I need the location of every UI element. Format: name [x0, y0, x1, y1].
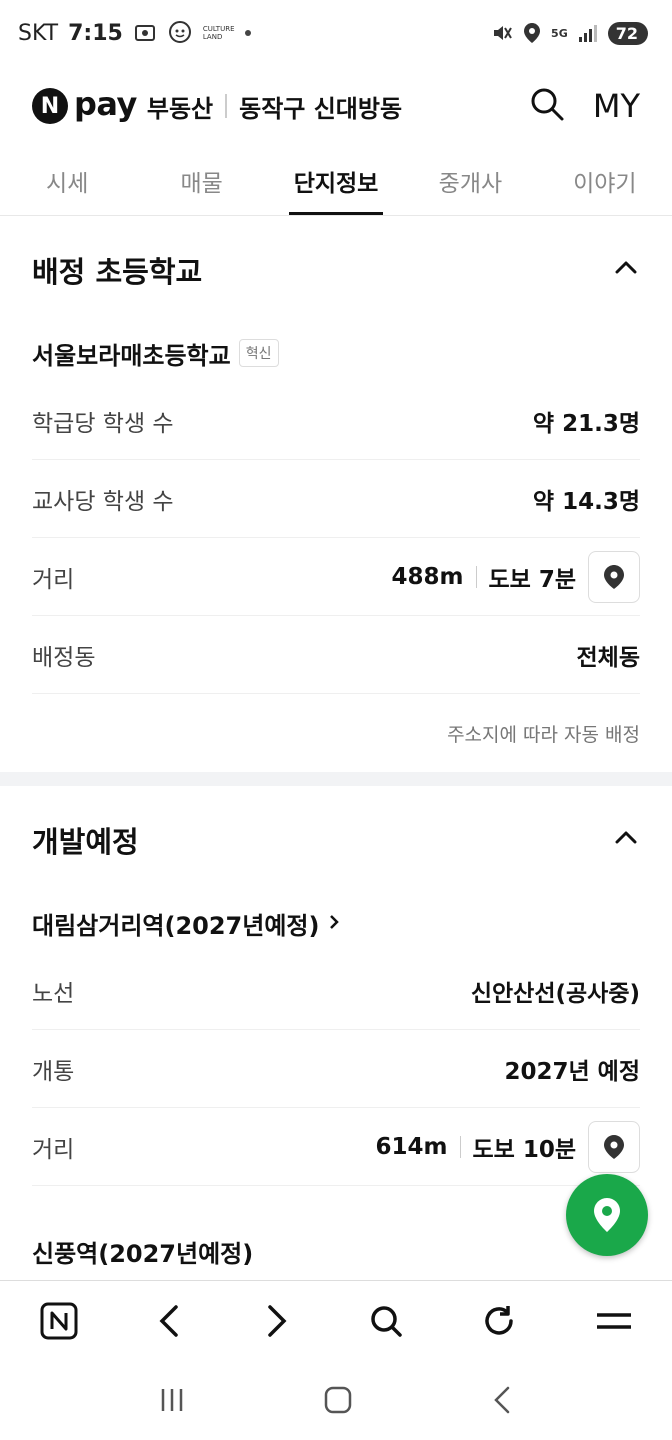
- dev-walk-time: 도보 10분: [472, 1136, 577, 1163]
- development-section-title: 개발예정: [32, 825, 139, 859]
- next-development-item[interactable]: 신풍역(2027년예정): [32, 1222, 640, 1280]
- my-button[interactable]: MY: [593, 87, 640, 125]
- app-header: N pay 부동산 동작구 신대방동 MY: [0, 66, 672, 146]
- content-area: 배정 초등학교 서울보라매초등학교 혁신 학급당 학생 수 약 21.3명 교사…: [0, 216, 672, 1280]
- browser-toolbar: [0, 1280, 672, 1364]
- dev-map-pin-button[interactable]: [588, 1120, 640, 1173]
- school-section: 배정 초등학교 서울보라매초등학교 혁신 학급당 학생 수 약 21.3명 교사…: [0, 216, 672, 772]
- logo-pay-text: pay: [74, 85, 137, 123]
- refresh-icon[interactable]: [481, 1303, 517, 1343]
- search-icon[interactable]: [529, 86, 565, 126]
- back-arrow-icon[interactable]: [156, 1303, 184, 1343]
- tab-bar: 시세 매물 단지정보 중개사 이야기: [0, 146, 672, 216]
- chevron-right-icon: [327, 909, 341, 937]
- carrier: SKT: [18, 20, 59, 46]
- culture-land-icon: [167, 20, 193, 46]
- npay-logo[interactable]: N pay 부동산: [32, 85, 214, 124]
- menu-icon[interactable]: [595, 1307, 633, 1339]
- value-divider: [459, 1135, 461, 1158]
- school-map-pin-button[interactable]: [588, 550, 640, 603]
- map-pin-icon: [604, 564, 624, 589]
- tab-complex-info[interactable]: 단지정보: [269, 146, 403, 215]
- school-name: 서울보라매초등학교: [32, 341, 231, 370]
- dev-row-opening: 개통 2027년 예정: [32, 1030, 640, 1108]
- tab-stories[interactable]: 이야기: [538, 146, 672, 215]
- school-row-assigned: 배정동 전체동: [32, 616, 640, 694]
- screenshot-icon: [133, 21, 157, 45]
- search-icon[interactable]: [368, 1303, 404, 1343]
- dev-row-line: 노선 신안산선(공사중): [32, 952, 640, 1030]
- collapse-chevron-up-icon[interactable]: [612, 824, 640, 856]
- culture-land-label: CULTURE LAND: [202, 25, 235, 41]
- innovation-badge: 혁신: [238, 339, 279, 367]
- logo-n-mark: N: [32, 88, 68, 124]
- tab-listings[interactable]: 매물: [134, 146, 268, 215]
- map-fab-button[interactable]: [566, 1174, 648, 1256]
- status-bar: SKT 7:15 CULTURE LAND 5G 72: [0, 0, 672, 66]
- notification-dot: [244, 30, 251, 36]
- school-row-distance: 거리 488m 도보 7분: [32, 538, 640, 616]
- dev-distance: 614m: [375, 1133, 448, 1160]
- tab-agents[interactable]: 중개사: [403, 146, 537, 215]
- collapse-chevron-up-icon[interactable]: [612, 254, 640, 286]
- header-divider: [225, 94, 228, 118]
- school-walk-time: 도보 7분: [488, 566, 577, 593]
- school-row-class-size: 학급당 학생 수 약 21.3명: [32, 382, 640, 460]
- region-selector[interactable]: 동작구 신대방동: [239, 89, 402, 124]
- system-back-icon[interactable]: [490, 1385, 514, 1419]
- assignment-note: 주소지에 따라 자동 배정: [447, 723, 640, 746]
- network-label: 5G: [551, 26, 568, 40]
- system-navigation-bar: [0, 1364, 672, 1440]
- home-icon[interactable]: [323, 1385, 353, 1419]
- recent-apps-icon[interactable]: [158, 1386, 186, 1418]
- naver-home-icon[interactable]: [39, 1301, 79, 1345]
- value-divider: [475, 565, 477, 588]
- forward-arrow-icon[interactable]: [262, 1303, 290, 1343]
- clock: 7:15: [68, 20, 123, 46]
- development-item-link[interactable]: 대림삼거리역(2027년예정): [32, 894, 640, 952]
- school-distance: 488m: [391, 563, 464, 590]
- school-row-teacher-ratio: 교사당 학생 수 약 14.3명: [32, 460, 640, 538]
- development-item-title: 대림삼거리역(2027년예정): [32, 911, 320, 940]
- signal-icon: [578, 23, 598, 43]
- mute-icon: [491, 22, 513, 44]
- location-icon: [523, 22, 541, 44]
- section-divider: [0, 772, 672, 786]
- dev-row-distance: 거리 614m 도보 10분: [32, 1108, 640, 1186]
- school-section-title: 배정 초등학교: [32, 255, 203, 289]
- logo-service-name: 부동산: [146, 94, 214, 123]
- tab-price[interactable]: 시세: [0, 146, 134, 215]
- battery-level: 72: [607, 21, 648, 45]
- map-pin-icon: [594, 1198, 620, 1232]
